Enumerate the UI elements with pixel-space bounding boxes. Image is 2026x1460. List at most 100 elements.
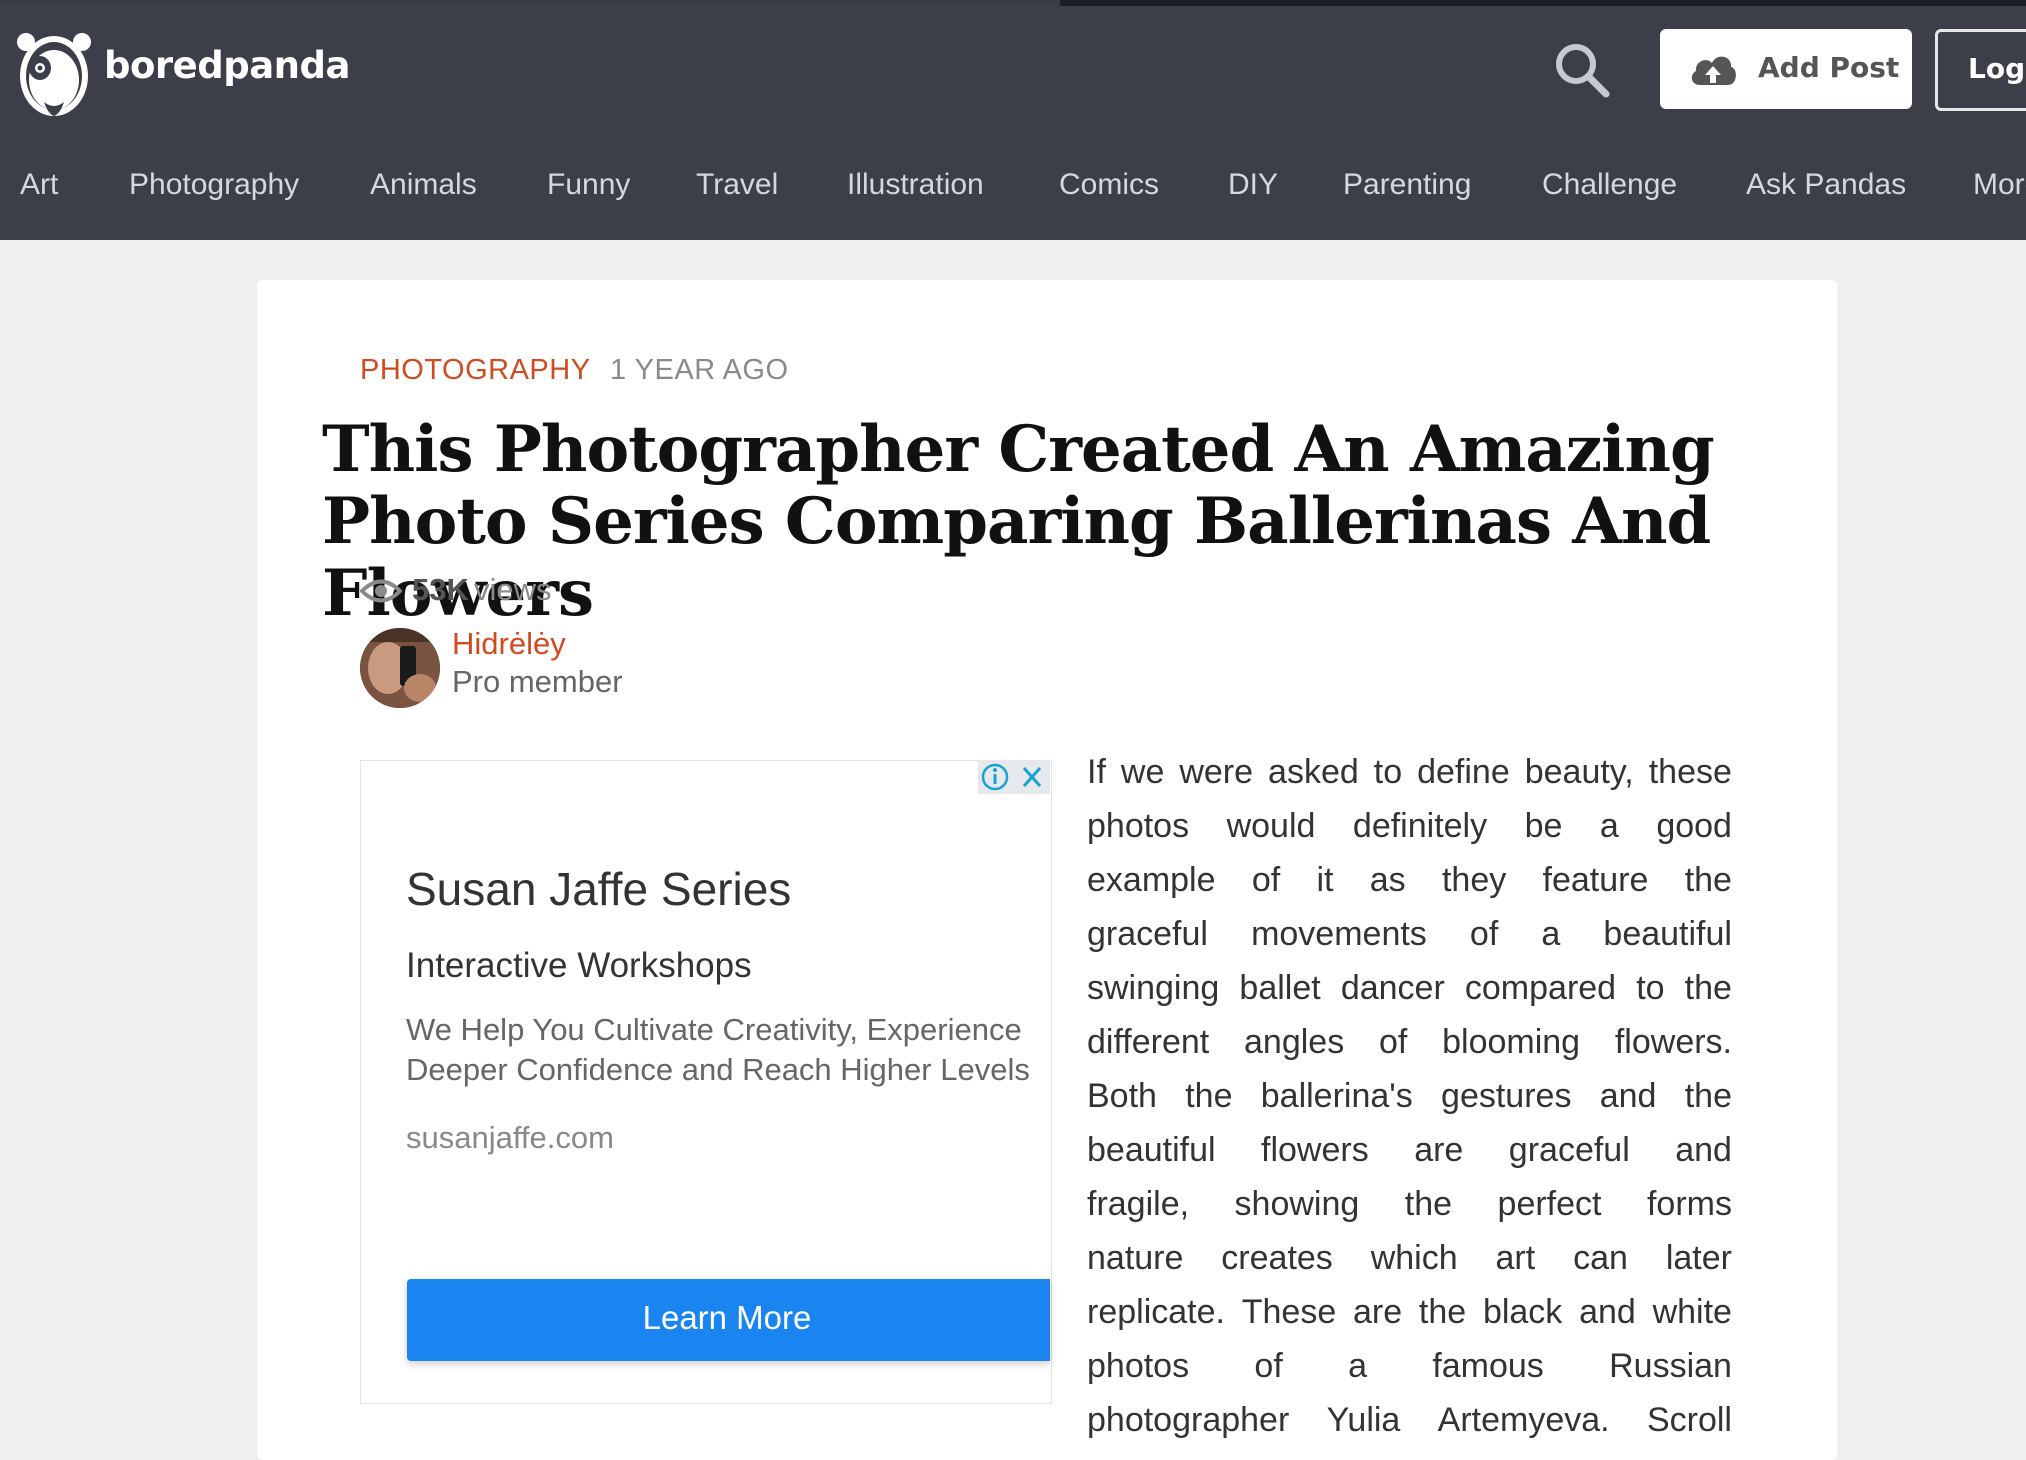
article-body-line: swinging ballet dancer compared to the [1087,961,1732,1015]
article-body-word: a [1541,915,1561,953]
article-body-word: gestures [1441,1077,1572,1115]
article-body-word: Scroll [1646,1401,1732,1439]
article-body-word: a [1348,1347,1367,1385]
article-body-word: ballerina's [1260,1077,1413,1115]
article-body-word: feature [1542,861,1649,899]
ad-description-line: We Help You Cultivate Creativity, Experi… [406,1012,1022,1047]
nav-item-more[interactable]: More [1973,168,2026,202]
ad-subtitle: Interactive Workshops [406,946,752,985]
article-body-word: good [1656,807,1732,845]
article-body-word: angles [1244,1023,1345,1061]
nav-item-illustration[interactable]: Illustration [847,168,984,202]
article-body-word: of [1254,1347,1283,1385]
article-body-word: famous [1432,1347,1544,1385]
views-label: views [474,572,552,607]
article-body-word: forms [1646,1185,1732,1223]
article-body-line: Both the ballerina's gestures and the [1087,1069,1732,1123]
site-header: boredpanda Add Post Login [0,6,2026,134]
nav-item-comics[interactable]: Comics [1059,168,1159,202]
article-body-word: we [1120,753,1165,791]
article-body-word: the [1418,1293,1467,1331]
article-body-word: beauty, [1524,753,1634,791]
author-avatar[interactable] [360,628,440,708]
article-body-line: photos of a famous Russian [1087,1339,1732,1393]
nav-item-travel[interactable]: Travel [696,168,778,202]
close-icon[interactable] [1022,767,1042,787]
learn-more-button[interactable]: Learn More [407,1279,1050,1361]
article-body-word: showing [1234,1185,1360,1223]
login-label: Login [1968,52,2026,85]
add-post-button[interactable]: Add Post [1660,29,1912,109]
article-body-word: photos [1087,1347,1190,1385]
article-body-word: photographer [1087,1401,1290,1439]
article-body-line: If we were asked to define beauty, these [1087,745,1732,799]
ad-description-line: Deeper Confidence and Reach Higher Level… [406,1052,1030,1087]
nav-item-photography[interactable]: Photography [129,168,299,202]
article-body-word: a [1599,807,1619,845]
login-button[interactable]: Login [1935,29,2026,111]
article-body-word: movements [1251,915,1427,953]
article-body-word: nature [1087,1239,1184,1277]
article-body-word: Russian [1609,1347,1732,1385]
article-body-word: definitely [1352,807,1488,845]
article-body-line: nature creates which art can later [1087,1231,1732,1285]
nav-item-animals[interactable]: Animals [370,168,477,202]
brand-name[interactable]: boredpanda [104,44,350,87]
article-body-word: to [1636,969,1665,1007]
article-body-word: the [1684,861,1732,899]
ad-choices[interactable] [978,760,1050,794]
eye-icon [360,579,402,603]
article-body-word: different [1087,1023,1210,1061]
article-body-line: replicate. These are the black and white [1087,1285,1732,1339]
article-body-word: the [1684,969,1732,1007]
article-body-word: later [1665,1239,1732,1277]
article-body-word: can [1573,1239,1628,1277]
article-body-word: it [1316,861,1334,899]
search-icon[interactable] [1552,40,1614,102]
nav-item-parenting[interactable]: Parenting [1343,168,1471,202]
article-body-word: beautiful [1087,1131,1216,1169]
article-body-word: are [1414,1131,1464,1169]
article-body-word: beautiful [1603,915,1732,953]
article-body-word: and [1599,1077,1657,1115]
cloud-upload-icon [1691,56,1736,85]
article-body-word: are [1353,1293,1403,1331]
views-count: 53K [412,572,469,607]
nav-item-diy[interactable]: DIY [1228,168,1278,202]
category-nav: Art Photography Animals Funny Travel Ill… [0,134,2026,240]
nav-item-challenge[interactable]: Challenge [1542,168,1677,202]
nav-item-ask-pandas[interactable]: Ask Pandas [1746,168,1906,202]
article-category[interactable]: PHOTOGRAPHY [360,354,591,387]
article-body-word: example [1087,861,1216,899]
article-body-word: These [1241,1293,1337,1331]
article-body-line: photos would definitely be a good [1087,799,1732,853]
article-body-line: photographer Yulia Artemyeva. Scroll [1087,1393,1732,1447]
article-body-word: flowers. [1614,1023,1732,1061]
article-body-line: fragile, showing the perfect forms [1087,1177,1732,1231]
info-icon[interactable] [981,763,1009,791]
article-body-word: define [1417,753,1510,791]
ad-description: We Help You Cultivate Creativity, Experi… [406,1010,1050,1094]
article-body-word: fragile, [1087,1185,1190,1223]
article-body-line: beautiful flowers are graceful and [1087,1123,1732,1177]
article-body-word: black [1482,1293,1563,1331]
article-body-word: perfect [1497,1185,1602,1223]
article-body-word: dancer [1340,969,1445,1007]
article-body-line: example of it as they feature the [1087,853,1732,907]
article-body-word: asked [1268,753,1359,791]
ad-url[interactable]: susanjaffe.com [406,1120,614,1156]
article-body-word: blooming [1442,1023,1581,1061]
article-body-word: to [1373,753,1403,791]
article-time-ago: 1 YEAR AGO [610,354,789,386]
article-body-word: the [1404,1185,1453,1223]
article-body-word: Artemyeva. [1437,1401,1610,1439]
author-name[interactable]: Hidrėlėy [452,626,566,662]
article-body-word: Yulia [1326,1401,1401,1439]
panda-logo-icon[interactable] [16,28,92,120]
nav-item-funny[interactable]: Funny [547,168,630,202]
article-body-word: of [1251,861,1281,899]
ad-title[interactable]: Susan Jaffe Series [406,862,791,916]
article-body-line: different angles of blooming flowers. [1087,1015,1732,1069]
avatar-photo [360,628,440,708]
nav-item-art[interactable]: Art [20,168,58,202]
